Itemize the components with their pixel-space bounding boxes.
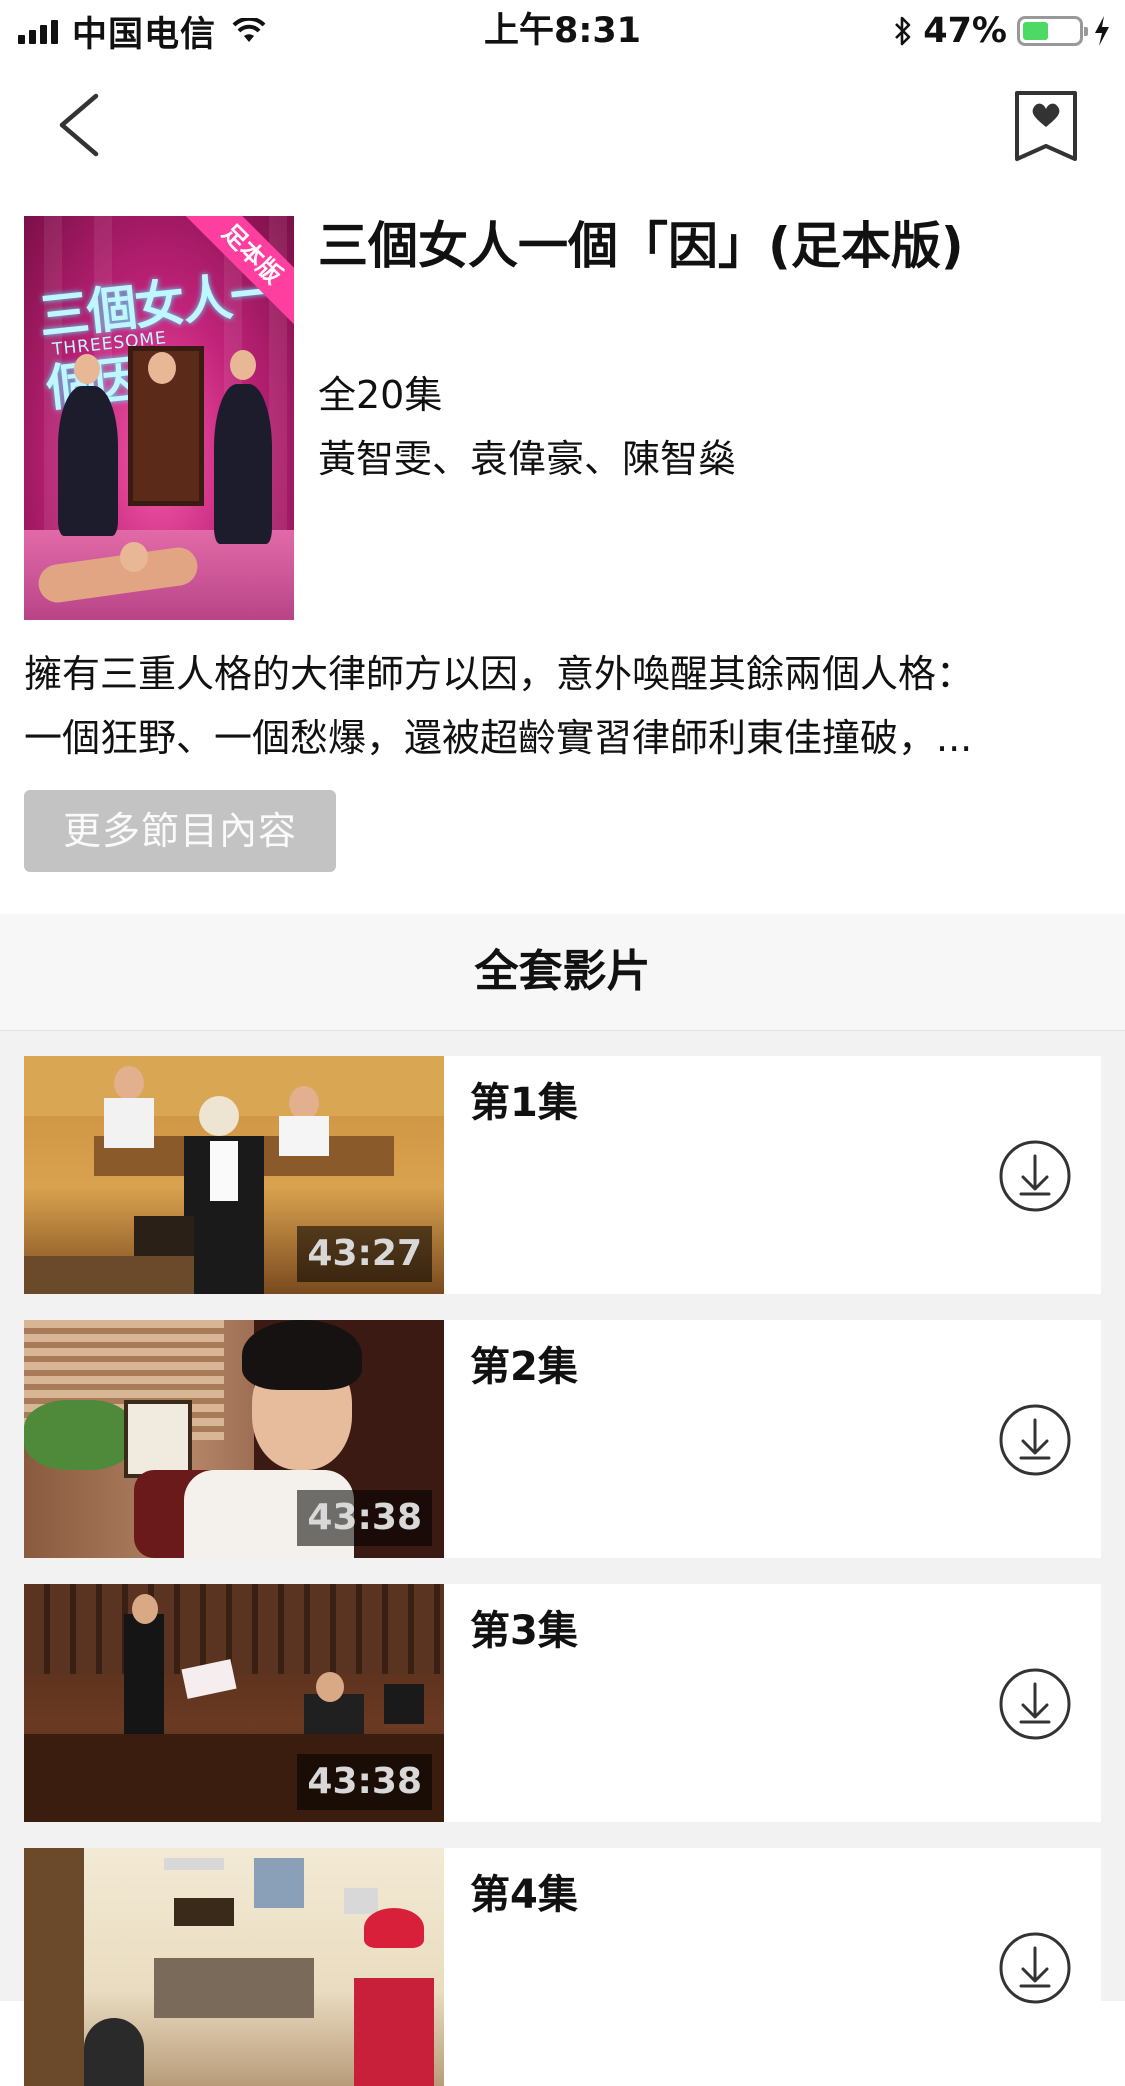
episode-label[interactable]: 第2集 <box>470 1342 578 1392</box>
synopsis-line: 一個狂野、一個愁爆，還被超齡實習律師利東佳撞破，... <box>24 716 973 760</box>
download-icon <box>999 1404 1071 1476</box>
episode-thumbnail[interactable] <box>24 1848 444 2086</box>
battery-icon <box>1017 16 1088 46</box>
chevron-left-icon <box>59 93 99 157</box>
download-button[interactable] <box>997 1666 1073 1742</box>
download-icon <box>999 1932 1071 2004</box>
episode-row-3[interactable]: 43:38 第3集 <box>24 1584 1101 1822</box>
synopsis: 擁有三重人格的大律師方以因，意外喚醒其餘兩個人格： 一個狂野、一個愁爆，還被超齡… <box>24 642 1104 770</box>
download-icon <box>999 1668 1071 1740</box>
episode-label[interactable]: 第4集 <box>470 1870 578 1920</box>
episode-label[interactable]: 第3集 <box>470 1606 578 1656</box>
download-icon <box>999 1140 1071 1212</box>
bookmark-heart-icon <box>1015 91 1077 161</box>
episode-row-2[interactable]: 43:38 第2集 <box>24 1320 1101 1558</box>
episode-label[interactable]: 第1集 <box>470 1078 578 1128</box>
episode-duration: 43:27 <box>297 1226 432 1282</box>
bookmark-button[interactable] <box>1013 90 1079 162</box>
download-button[interactable] <box>997 1402 1073 1478</box>
synopsis-line: 擁有三重人格的大律師方以因，意外喚醒其餘兩個人格： <box>24 652 975 696</box>
section-header: 全套影片 <box>0 914 1125 1031</box>
section-title: 全套影片 <box>474 946 651 997</box>
episode-list: 43:27 第1集 43:38 第2集 43:38 第3集 第4集 <box>0 1031 1125 2086</box>
episode-row-4[interactable]: 第4集 <box>24 1848 1101 2086</box>
status-right: 47% <box>893 8 1111 54</box>
cast-list: 黃智雯、袁偉豪、陳智燊 <box>318 437 737 481</box>
show-title: 三個女人一個「因」(足本版) <box>318 217 964 275</box>
status-bar: 中国电信 上午8:31 47% <box>0 0 1125 62</box>
download-button[interactable] <box>997 1930 1073 2006</box>
download-button[interactable] <box>997 1138 1073 1214</box>
episode-duration: 43:38 <box>297 1754 432 1810</box>
show-poster: 三個女人一個因 THREESOME 足本版 <box>24 216 294 620</box>
episodes-count: 全20集 <box>318 373 443 417</box>
more-info-button[interactable]: 更多節目內容 <box>24 790 336 872</box>
episode-duration: 43:38 <box>297 1490 432 1546</box>
bluetooth-icon <box>895 16 911 46</box>
battery-fill <box>1023 22 1048 40</box>
charging-icon <box>1095 16 1109 46</box>
back-button[interactable] <box>50 90 110 160</box>
episode-row-1[interactable]: 43:27 第1集 <box>24 1056 1101 1294</box>
battery-percent: 47% <box>923 11 1007 51</box>
